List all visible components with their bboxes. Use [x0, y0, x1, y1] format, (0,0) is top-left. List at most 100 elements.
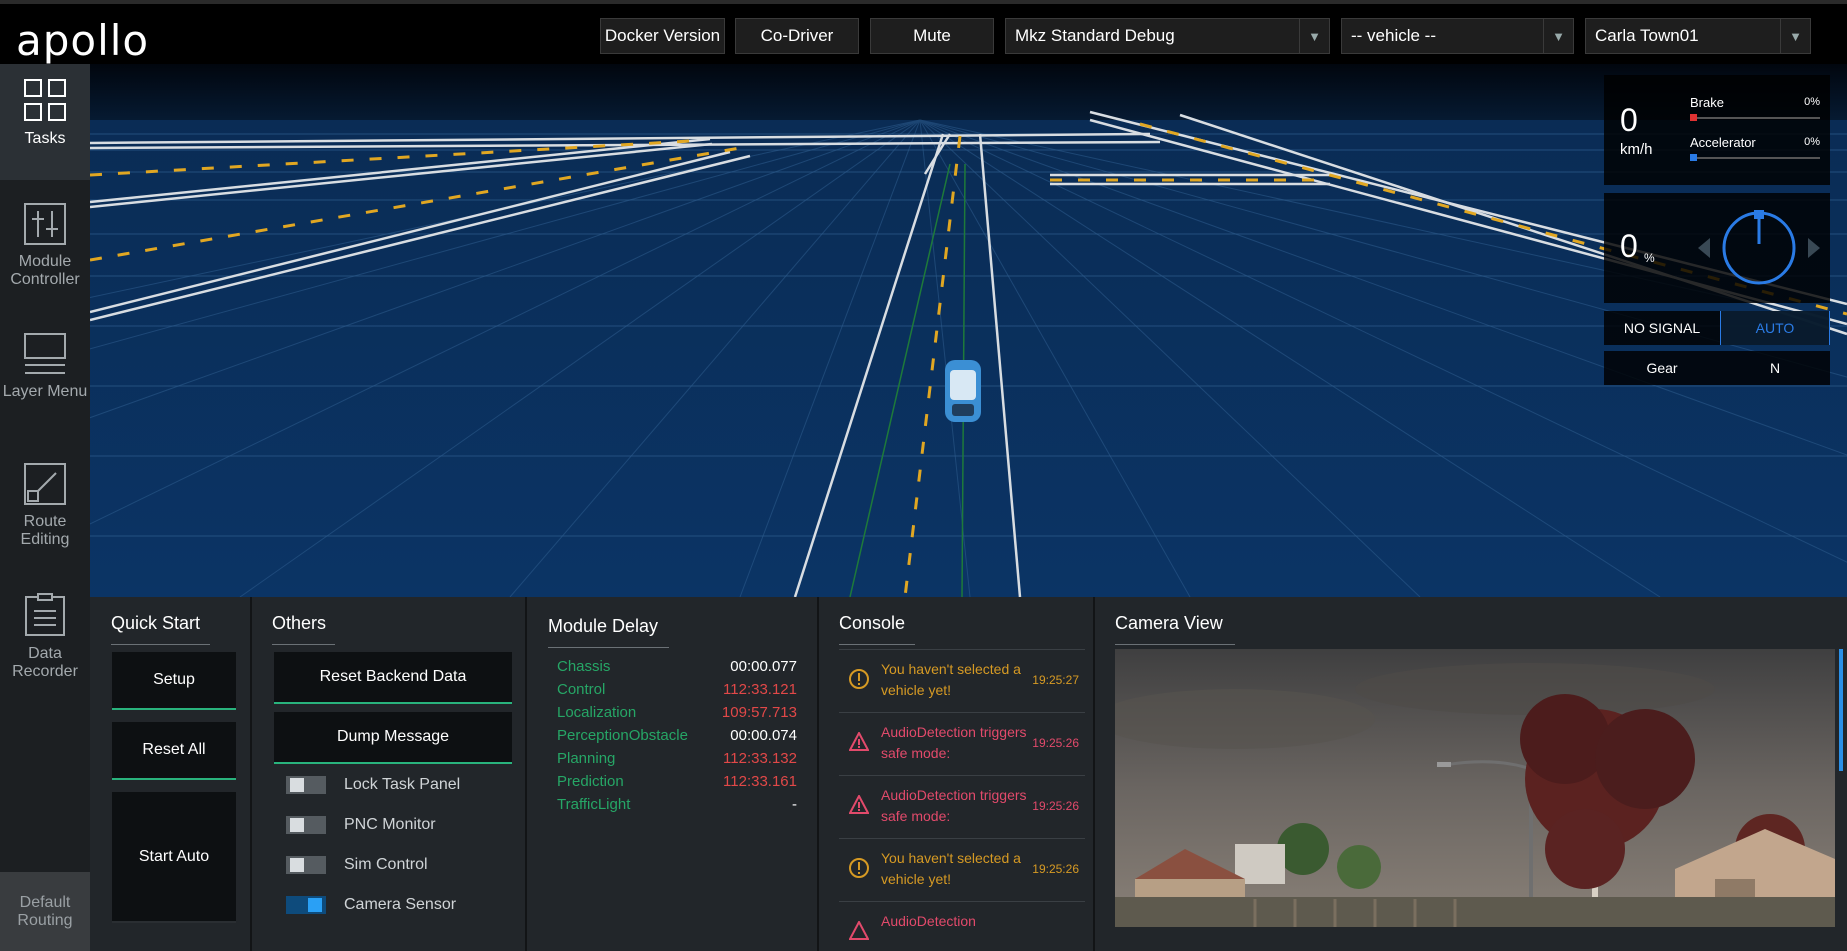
console-entry: AudioDetection [839, 901, 1085, 941]
toggle-switch[interactable] [286, 816, 326, 834]
others-title: Others [272, 613, 335, 645]
warning-circle-icon [849, 858, 869, 878]
sidebar-item-module-controller[interactable]: Module Controller [0, 189, 90, 307]
camera-view-panel: Camera View [1095, 597, 1847, 951]
clipboard-icon [25, 593, 65, 636]
sidebar-item-tasks[interactable]: Tasks [0, 64, 90, 180]
signal-panel: NO SIGNAL AUTO [1604, 311, 1830, 345]
sidebar-item-label: Data Recorder [12, 645, 78, 680]
module-delay-value: 00:00.074 [730, 727, 797, 744]
console-panel: Console You haven't selected a vehicle y… [819, 597, 1095, 951]
brake-track [1690, 117, 1820, 119]
ego-vehicle [945, 360, 981, 422]
docker-version-button[interactable]: Docker Version [600, 18, 725, 54]
mode-select-value: Mkz Standard Debug [1015, 26, 1175, 45]
steering-value: 0 [1620, 228, 1638, 264]
toggle-switch[interactable] [286, 856, 326, 874]
camera-scene [1115, 649, 1835, 927]
module-delay-value: 112:33.121 [723, 681, 797, 698]
toggle-switch[interactable] [286, 896, 326, 914]
sidebar-item-label: Layer Menu [2, 383, 88, 400]
mute-button[interactable]: Mute [870, 18, 994, 54]
brake-label: Brake [1690, 95, 1724, 110]
accelerator-value: 0% [1804, 136, 1820, 148]
module-name: TrafficLight [557, 796, 631, 813]
gear-panel: Gear N [1604, 351, 1830, 385]
delay-row: PerceptionObstacle 00:00.074 [557, 727, 797, 749]
console-message: You haven't selected a vehicle yet! [881, 850, 1021, 887]
sidebar-item-label: Module Controller [10, 253, 80, 288]
sidebar-item-route-editing[interactable]: Route Editing [0, 449, 90, 567]
reset-backend-data-button[interactable]: Reset Backend Data [274, 652, 512, 704]
delay-row: TrafficLight - [557, 796, 797, 818]
module-delay-value: 112:33.161 [723, 773, 797, 790]
toggle-switch[interactable] [286, 776, 326, 794]
sidebar-item-data-recorder[interactable]: Data Recorder [0, 579, 90, 697]
reset-all-button[interactable]: Reset All [112, 722, 236, 780]
top-bar: apollo Docker Version Co-Driver Mute Mkz… [0, 0, 1847, 65]
turn-signal-status: NO SIGNAL [1623, 320, 1701, 336]
chevron-down-icon: ▼ [1299, 19, 1329, 53]
toggle-label: PNC Monitor [344, 816, 436, 833]
module-delay-value: 112:33.132 [723, 750, 797, 767]
error-triangle-icon [849, 732, 869, 751]
toggle-label: Lock Task Panel [344, 776, 461, 793]
gear-value: N [1769, 360, 1781, 376]
start-auto-button[interactable]: Start Auto [112, 792, 236, 923]
scene-view[interactable] [90, 64, 1847, 597]
accelerator-indicator [1690, 154, 1697, 161]
chevron-down-icon: ▼ [1543, 19, 1573, 53]
warning-circle-icon [849, 669, 869, 689]
map-select[interactable]: Carla Town01 ▼ [1585, 18, 1811, 54]
dump-message-button[interactable]: Dump Message [274, 712, 512, 764]
mode-select[interactable]: Mkz Standard Debug ▼ [1005, 18, 1330, 54]
scrollbar-thumb[interactable] [1839, 649, 1843, 771]
co-driver-button[interactable]: Co-Driver [735, 18, 859, 54]
camera-sensor-toggle[interactable]: Camera Sensor [286, 893, 456, 917]
console-timestamp: 19:25:26 [1032, 799, 1079, 813]
delay-row: Planning 112:33.132 [557, 750, 797, 772]
speed-value: 0 [1620, 102, 1638, 138]
module-name: Localization [557, 704, 637, 721]
vehicle-select-value: -- vehicle -- [1351, 26, 1437, 45]
console-entry: AudioDetection triggers safe mode: 19:25… [839, 712, 1085, 775]
apollo-logo: apollo [16, 16, 150, 65]
sidebar-item-label: Tasks [24, 130, 66, 147]
module-delay-value: 00:00.077 [730, 658, 797, 675]
error-triangle-icon [849, 795, 869, 814]
quick-start-panel: Quick Start Setup Reset All Start Auto [90, 597, 252, 951]
setup-button[interactable]: Setup [112, 652, 236, 710]
pnc-monitor-toggle[interactable]: PNC Monitor [286, 813, 436, 837]
console-message: AudioDetection [881, 913, 976, 929]
camera-feed-image [1115, 649, 1835, 927]
console-title: Console [839, 613, 915, 645]
console-entry: You haven't selected a vehicle yet! 19:2… [839, 838, 1085, 901]
layers-icon [24, 333, 66, 374]
gear-label: Gear [1646, 360, 1678, 376]
delay-row: Chassis 00:00.077 [557, 658, 797, 680]
delay-row: Localization 109:57.713 [557, 704, 797, 726]
map-select-value: Carla Town01 [1595, 26, 1699, 45]
module-delay-value: - [792, 796, 797, 813]
brake-indicator [1690, 114, 1697, 121]
delay-row: Control 112:33.121 [557, 681, 797, 703]
default-routing-button[interactable]: Default Routing [0, 872, 90, 951]
accelerator-label: Accelerator [1690, 135, 1756, 150]
lock-task-panel-toggle[interactable]: Lock Task Panel [286, 773, 460, 797]
module-name: Planning [557, 750, 616, 767]
error-triangle-icon [849, 921, 869, 940]
brake-value: 0% [1804, 96, 1820, 108]
console-message: AudioDetection triggers safe mode: [881, 724, 1027, 761]
console-entry: AudioDetection triggers safe mode: 19:25… [839, 775, 1085, 838]
module-delay-panel: Module Delay Chassis 00:00.077 Control 1… [527, 597, 819, 951]
sim-control-toggle[interactable]: Sim Control [286, 853, 428, 877]
delay-row: Prediction 112:33.161 [557, 773, 797, 795]
steering-panel: 0 % [1604, 193, 1830, 303]
side-nav: Tasks Module Controller Layer Menu Route… [0, 64, 90, 951]
speed-panel: 0 km/h Brake 0% Accelerator 0% [1604, 75, 1830, 185]
sidebar-item-layer-menu[interactable]: Layer Menu [0, 319, 90, 437]
drive-mode-status: AUTO [1720, 311, 1830, 345]
accelerator-track [1690, 157, 1820, 159]
vehicle-select[interactable]: -- vehicle -- ▼ [1341, 18, 1574, 54]
toggle-label: Sim Control [344, 856, 428, 873]
